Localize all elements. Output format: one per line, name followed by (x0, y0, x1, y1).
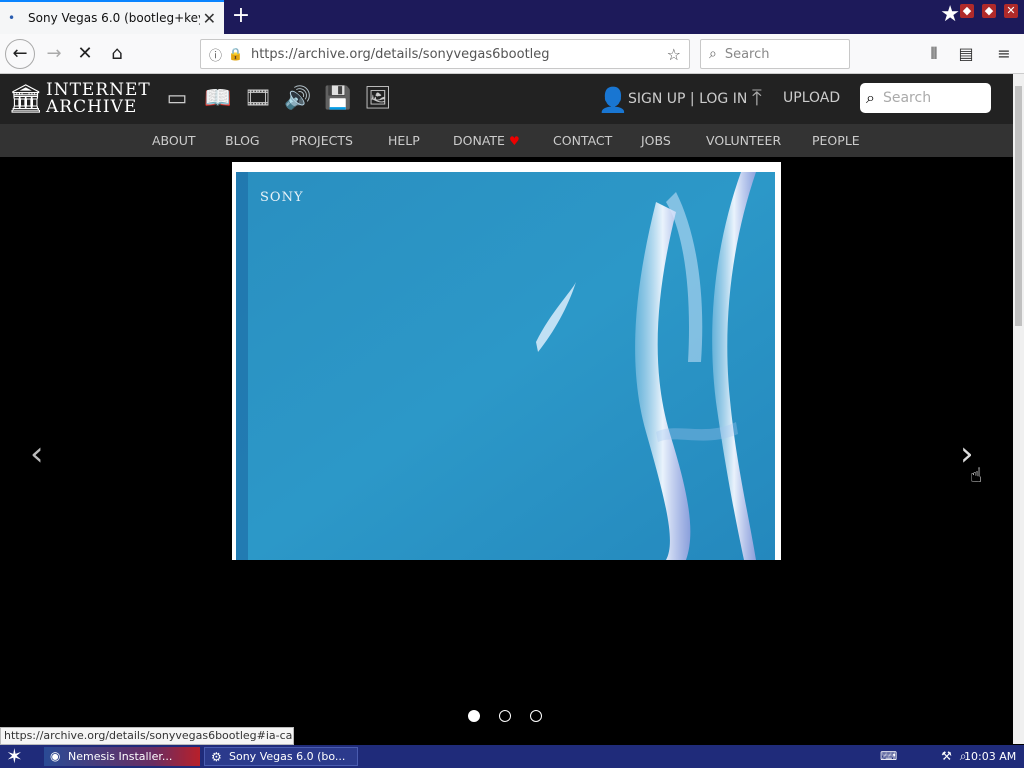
ia-subnav: ABOUT BLOG PROJECTS HELP DONATE ♥ CONTACT… (0, 124, 1013, 157)
ia-temple-icon: 🏛 (8, 82, 44, 115)
software-icon[interactable]: 💾 (324, 86, 351, 112)
back-button[interactable]: ← (5, 39, 35, 69)
ia-search-icon: ⌕ (866, 88, 875, 107)
audio-icon[interactable]: 🔊 (284, 86, 311, 112)
maximize-icon[interactable]: ◆ (982, 4, 996, 18)
bookmark-star-icon[interactable]: ☆ (667, 45, 681, 64)
carousel-indicators (468, 710, 542, 722)
home-button[interactable]: ⌂ (103, 40, 131, 68)
network-icon[interactable]: ⚒ (941, 749, 952, 763)
nav-about[interactable]: ABOUT (152, 133, 196, 148)
user-icon[interactable]: 👤 (598, 86, 628, 114)
slide-brand-text: SONY (260, 190, 304, 205)
close-window-icon[interactable]: ✕ (1004, 4, 1018, 18)
sony-cover-art (236, 172, 775, 560)
video-icon[interactable]: 🎞 (244, 86, 272, 112)
os-taskbar: ✶ ◉ Nemesis Installer... ⚙ Sony Vegas 6.… (0, 745, 1024, 768)
nav-jobs[interactable]: JOBS (641, 133, 671, 148)
lock-icon[interactable]: 🔒 (228, 47, 243, 61)
media-type-nav: ▭ 📖 🎞 🔊 💾 🖼 (164, 86, 392, 112)
forward-button[interactable]: → (40, 40, 68, 68)
taskbar-item-installer-label: Nemesis Installer... (68, 750, 173, 763)
nav-donate-label: DONATE (453, 133, 505, 148)
menu-icon[interactable]: ≡ (990, 40, 1018, 68)
browser-search-input[interactable]: ⌕ Search (700, 39, 850, 69)
browser-nav-bar: ← → ✕ ⌂ ⓘ 🔒 https://archive.org/details/… (0, 34, 1024, 609)
signup-login-link[interactable]: SIGN UP | LOG IN (628, 91, 747, 107)
stop-button[interactable]: ✕ (71, 40, 99, 68)
taskbar-item-browser[interactable]: ⚙ Sony Vegas 6.0 (bo... (204, 747, 358, 766)
carousel-dot-2[interactable] (499, 710, 511, 722)
nav-contact[interactable]: CONTACT (553, 133, 612, 148)
tab-favicon-icon: • (8, 11, 16, 25)
keyboard-icon[interactable]: ⌨ (880, 749, 897, 763)
carousel-slide[interactable]: SONY (232, 162, 781, 560)
texts-icon[interactable]: 📖 (204, 86, 231, 112)
ia-search-placeholder: Search (882, 90, 932, 106)
ia-header: 🏛 INTERNET ARCHIVE ▭ 📖 🎞 🔊 💾 🖼 👤 SIGN UP… (0, 74, 1013, 124)
ia-search-input[interactable]: ⌕ Search (860, 83, 991, 113)
taskbar-item-installer[interactable]: ◉ Nemesis Installer... (44, 747, 200, 766)
heart-icon: ♥ (508, 134, 520, 148)
carousel-dot-1[interactable] (468, 710, 480, 722)
ia-logo-text: INTERNET ARCHIVE (46, 82, 151, 116)
nav-blog[interactable]: BLOG (225, 133, 260, 148)
nav-help[interactable]: HELP (388, 133, 420, 148)
taskbar-clock: 10:03 AM (964, 750, 1017, 763)
upload-icon[interactable]: ⤒ (752, 86, 762, 111)
tab-title: Sony Vegas 6.0 (bootleg+keygen) (28, 11, 200, 25)
close-tab-icon[interactable]: ✕ (203, 9, 216, 28)
search-icon: ⌕ (709, 46, 717, 62)
images-icon[interactable]: 🖼 (364, 86, 392, 112)
carousel-prev-button[interactable]: ‹ (30, 437, 44, 471)
ia-logo-line2: ARCHIVE (46, 97, 138, 117)
browser-tab-bar: • Sony Vegas 6.0 (bootleg+keygen) ✕ + ★ … (0, 0, 1024, 34)
scrollbar-thumb[interactable] (1015, 86, 1022, 326)
web-icon[interactable]: ▭ (164, 86, 190, 112)
browser-search-placeholder: Search (724, 46, 770, 62)
window-controls: ◆ ◆ ✕ (960, 4, 1018, 18)
new-tab-button[interactable]: + (228, 4, 254, 30)
status-url-tooltip: https://archive.org/details/sonyvegas6bo… (0, 727, 294, 745)
start-button[interactable]: ✶ (6, 745, 23, 768)
nav-people[interactable]: PEOPLE (812, 133, 860, 148)
installer-icon: ◉ (50, 749, 61, 763)
browser-tab-active[interactable]: • Sony Vegas 6.0 (bootleg+keygen) ✕ (0, 0, 224, 34)
slide-image: SONY (236, 172, 775, 560)
taskbar-item-browser-label: Sony Vegas 6.0 (bo... (229, 750, 346, 763)
sidebar-icon[interactable]: ▤ (952, 40, 980, 68)
nav-projects[interactable]: PROJECTS (291, 133, 353, 148)
ia-logo[interactable]: 🏛 INTERNET ARCHIVE (8, 82, 151, 116)
upload-link[interactable]: UPLOAD (783, 90, 840, 106)
library-icon[interactable]: ⫴ (920, 40, 948, 68)
image-carousel: SONY ‹ › ☝ (0, 157, 1013, 727)
url-text[interactable]: https://archive.org/details/sonyvegas6bo… (251, 47, 667, 62)
browser-icon: ⚙ (211, 750, 222, 764)
nav-volunteer[interactable]: VOLUNTEER (706, 133, 781, 148)
hand-cursor-icon: ☝ (970, 463, 983, 487)
page-scrollbar[interactable] (1013, 74, 1024, 744)
carousel-dot-3[interactable] (530, 710, 542, 722)
system-tray: ⌨ ⚒ ⌕ (880, 745, 966, 768)
os-flag-icon: ★ (940, 2, 960, 27)
address-bar[interactable]: ⓘ 🔒 https://archive.org/details/sonyvega… (200, 39, 696, 609)
minimize-icon[interactable]: ◆ (960, 4, 974, 18)
info-icon[interactable]: ⓘ (209, 45, 222, 64)
screen: • Sony Vegas 6.0 (bootleg+keygen) ✕ + ★ … (0, 0, 1024, 768)
nav-donate[interactable]: DONATE ♥ (453, 133, 520, 148)
